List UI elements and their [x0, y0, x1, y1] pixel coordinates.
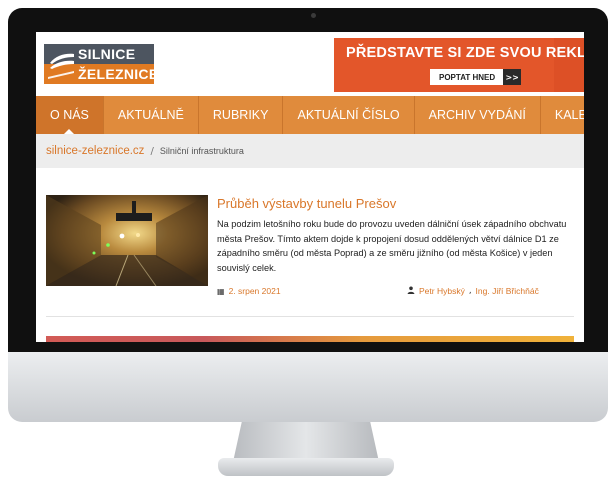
site-logo[interactable]: SILNICE ŽELEZNICE — [44, 44, 158, 84]
person-icon — [407, 286, 415, 296]
banner-cta-label: POPTAT HNED — [439, 72, 496, 82]
article-thumbnail[interactable] — [46, 195, 208, 286]
logo-line1: SILNICE — [78, 46, 136, 62]
article-authors: Petr Hybský, Ing. Jiří Břichňáč — [407, 286, 539, 296]
article-title-link[interactable]: Průběh výstavby tunelu Prešov — [217, 196, 396, 211]
article-date: ▦ 2. srpen 2021 — [217, 286, 281, 296]
article-divider — [46, 316, 574, 317]
calendar-icon: ▦ — [217, 286, 225, 296]
author-link[interactable]: Ing. Jiří Břichňáč — [476, 286, 539, 296]
banner-cta-button[interactable]: POPTAT HNED >> — [430, 69, 522, 85]
breadcrumb-home-link[interactable]: silnice-zeleznice.cz — [46, 145, 144, 157]
nav-item-rubriky[interactable]: RUBRIKY — [199, 96, 284, 134]
tunnel-photo — [46, 195, 208, 286]
nav-item-kalendar[interactable]: KALENDÁŘ — [541, 96, 584, 134]
main-nav: O NÁS AKTUÁLNĚ RUBRIKY AKTUÁLNÍ ČÍSLO AR… — [36, 96, 584, 134]
ad-banner[interactable]: PŘEDSTAVTE SI ZDE SVOU REKLAMU POPTAT HN… — [334, 38, 584, 92]
breadcrumb-current: Silniční infrastruktura — [159, 146, 244, 156]
logo-line2: ŽELEZNICE — [78, 66, 159, 82]
monitor-chin — [8, 352, 608, 422]
breadcrumb: silnice-zeleznice.cz / Silniční infrastr… — [36, 134, 584, 168]
monitor-stand-base — [218, 458, 394, 476]
author-link[interactable]: Petr Hybský — [419, 286, 465, 296]
logo-swoosh-icon — [48, 53, 74, 79]
nav-item-archiv-vydani[interactable]: ARCHIV VYDÁNÍ — [415, 96, 541, 134]
banner-headline: PŘEDSTAVTE SI ZDE SVOU REKLAMU — [346, 45, 584, 61]
webcam-dot — [311, 13, 316, 18]
next-article-image-strip[interactable] — [46, 336, 574, 342]
arrow-right-icon: >> — [503, 69, 522, 85]
author-separator: , — [468, 286, 472, 296]
breadcrumb-separator: / — [150, 145, 154, 157]
article-excerpt: Na podzim letošního roku bude do provozu… — [217, 219, 567, 273]
nav-item-aktualni-cislo[interactable]: AKTUÁLNÍ ČÍSLO — [283, 96, 415, 134]
site-header: SILNICE ŽELEZNICE PŘEDSTAVTE SI ZDE SVOU… — [36, 32, 584, 96]
article-date-text: 2. srpen 2021 — [228, 286, 281, 296]
monitor-stand-neck — [233, 422, 379, 462]
nav-item-aktualne[interactable]: AKTUÁLNĚ — [104, 96, 199, 134]
nav-item-o-nas[interactable]: O NÁS — [36, 96, 104, 134]
screen: SILNICE ŽELEZNICE PŘEDSTAVTE SI ZDE SVOU… — [36, 32, 584, 342]
